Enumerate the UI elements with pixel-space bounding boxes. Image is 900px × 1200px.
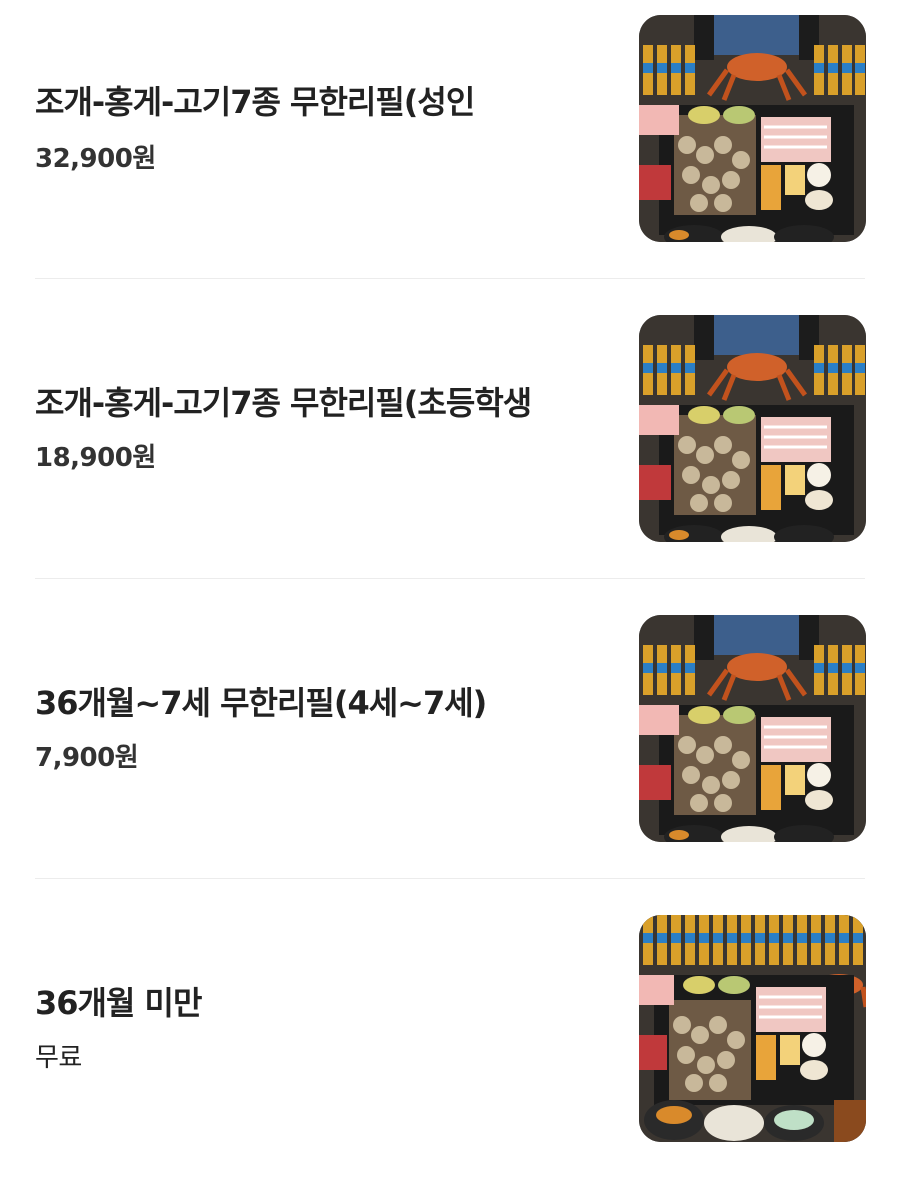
divider <box>35 578 865 579</box>
menu-item-name: 36개월~7세 무한리필(4세~7세) <box>35 684 487 722</box>
menu-item-adult[interactable]: 조개-홍게-고기7종 무한리필(성인 32,900원 <box>0 0 900 300</box>
menu-item-photo[interactable] <box>639 915 866 1142</box>
seafood-platter-image <box>639 15 866 242</box>
divider <box>35 278 865 279</box>
menu-item-photo[interactable] <box>639 615 866 842</box>
menu-item-price: 18,900원 <box>35 443 156 473</box>
seafood-platter-image <box>639 315 866 542</box>
menu-item-name: 조개-홍게-고기7종 무한리필(초등학생 <box>35 384 532 422</box>
menu-list: 조개-홍게-고기7종 무한리필(성인 32,900원 조개-홍게-고기7종 무한… <box>0 0 900 1161</box>
menu-item-child[interactable]: 36개월~7세 무한리필(4세~7세) 7,900원 <box>0 600 900 900</box>
menu-item-photo[interactable] <box>639 315 866 542</box>
menu-item-name: 조개-홍게-고기7종 무한리필(성인 <box>35 83 475 121</box>
menu-item-infant[interactable]: 36개월 미만 무료 <box>0 900 900 1200</box>
menu-item-price: 7,900원 <box>35 743 139 773</box>
divider <box>35 878 865 879</box>
seafood-platter-image <box>639 615 866 842</box>
menu-item-photo[interactable] <box>639 15 866 242</box>
menu-item-name: 36개월 미만 <box>35 984 202 1022</box>
menu-item-elementary[interactable]: 조개-홍게-고기7종 무한리필(초등학생 18,900원 <box>0 300 900 600</box>
seafood-platter-image <box>639 915 866 1142</box>
menu-item-price: 32,900원 <box>35 144 156 174</box>
menu-item-price: 무료 <box>35 1043 82 1073</box>
